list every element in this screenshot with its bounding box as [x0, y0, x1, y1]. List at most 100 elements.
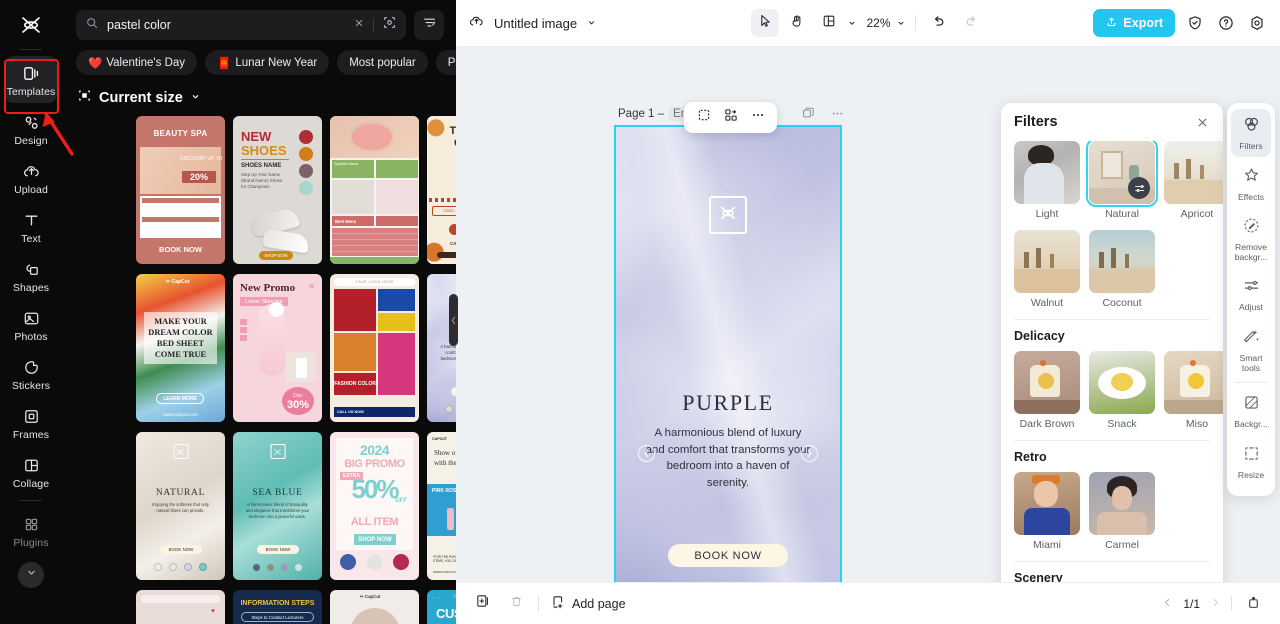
template-card-big-promo-2024[interactable]: 2024 BIG PROMO EXTRA 50% OFF ALL ITEM SH… [330, 432, 419, 580]
template-card-new-shoes[interactable]: NEW SHOES SHOES NAME Step Up Your Game (… [233, 116, 322, 264]
shield-check-icon[interactable] [1184, 12, 1206, 34]
redo-button[interactable] [957, 9, 985, 37]
canvas-headline[interactable]: PURPLE [616, 390, 840, 416]
bottom-bar: Add page 1/1 [456, 582, 1280, 624]
search-box[interactable] [76, 10, 406, 40]
sidebar-item-photos[interactable]: Photos [5, 301, 57, 348]
search-input[interactable] [107, 18, 345, 32]
sidebar-item-design[interactable]: Design [5, 105, 57, 152]
chip-lunar-new-year[interactable]: 🧧 Lunar New Year [205, 50, 330, 75]
sidebar-item-upload[interactable]: Upload [5, 154, 57, 201]
canvas-prev-arrow-icon[interactable] [638, 445, 655, 462]
filter-label: Natural [1105, 208, 1139, 220]
sidebar-item-label: Templates [6, 86, 56, 98]
toolrail-item-resize[interactable]: Resize [1231, 438, 1271, 486]
filter-button[interactable] [414, 10, 444, 40]
template-card-special-menu[interactable]: Special Menu Best Menu [330, 116, 419, 264]
help-circle-icon[interactable] [1215, 12, 1237, 34]
sidebar-item-frames[interactable]: Frames [5, 399, 57, 446]
undo-button[interactable] [925, 9, 953, 37]
template-card-fashion-color[interactable]: YOUR LOGO HERE FASHION COLOR CALL US NOW [330, 274, 419, 422]
toolrail-label: Backgr... [1234, 419, 1268, 430]
delete-page-button[interactable] [505, 593, 527, 615]
panel-collapse-handle[interactable] [449, 294, 458, 346]
canvas-cta-button[interactable]: BOOK NOW [668, 544, 788, 567]
sidebar-expand-button[interactable] [18, 562, 44, 588]
filter-item-miami[interactable]: Miami [1014, 472, 1080, 557]
document-title-group[interactable]: Untitled image [468, 13, 597, 33]
add-page-button[interactable]: Add page [550, 594, 626, 613]
template-card-information-steps[interactable]: INFORMATION STEPS Steps to Contact Lectu… [233, 590, 322, 624]
adjust-icon[interactable] [1128, 177, 1150, 199]
sidebar-item-collage[interactable]: Collage [5, 448, 57, 495]
chevron-left-icon[interactable] [1162, 596, 1173, 611]
duplicate-page-button[interactable] [472, 593, 494, 615]
template-card-portrait-frame[interactable]: ✂ CapCut [330, 590, 419, 624]
template-card-latest-colors[interactable]: CAPCUT NEW PRODUCT ⊞ Show off your beaut… [427, 432, 456, 580]
sidebar-item-plugins[interactable]: Plugins [5, 507, 57, 554]
chevron-down-icon[interactable] [586, 16, 597, 31]
filters-panel-header: Filters [1001, 103, 1223, 141]
image-search-icon[interactable] [382, 15, 397, 35]
template-title: Show off your beauty with the latest col… [434, 449, 456, 467]
template-card-sea-blue[interactable]: SEA BLUE a harmonious blend of tranquili… [233, 432, 322, 580]
layout-caret-icon[interactable] [847, 18, 857, 28]
filter-item-snack[interactable]: Snack [1089, 351, 1155, 436]
more-options-icon [830, 106, 845, 126]
panel-title: Filters [1014, 114, 1058, 130]
design-canvas[interactable]: PURPLE A harmonious blend of luxury and … [614, 125, 842, 582]
chip-product[interactable]: Product [435, 50, 456, 75]
canvas-logo-badge[interactable] [709, 196, 747, 234]
filter-item-dark-brown[interactable]: Dark Brown [1014, 351, 1080, 436]
template-card-natural-silk[interactable]: NATURAL Enjoying the softness that only … [136, 432, 225, 580]
filters-panel-body[interactable]: Light Natural Apricot Walnut Coconut Del… [1001, 141, 1223, 582]
toolrail-item-remove-background[interactable]: Remove backgr... [1231, 210, 1271, 267]
expand-panel-button[interactable] [1242, 593, 1264, 615]
zoom-caret-icon[interactable] [896, 18, 906, 28]
chip-label: Product [447, 56, 456, 69]
sidebar-item-shapes[interactable]: Shapes [5, 252, 57, 299]
toolrail-item-adjust[interactable]: Adjust [1231, 270, 1271, 318]
layout-tool-button[interactable] [815, 9, 843, 37]
filter-item-walnut[interactable]: Walnut [1014, 230, 1080, 315]
filter-item-coconut[interactable]: Coconut [1089, 230, 1155, 315]
filter-item-light[interactable]: Light [1014, 141, 1080, 226]
export-button[interactable]: Export [1093, 9, 1175, 37]
template-cta: BOOK NOW [160, 545, 202, 554]
template-card-customer-reviews[interactable]: ← → CAPCUT SHOP CUSTOMER REVIEWS: [427, 590, 456, 624]
filter-item-apricot[interactable]: Apricot [1164, 141, 1223, 226]
template-card-new-promo-lotion[interactable]: New Promo Lotion Skincare ✕ Disc 30% [233, 274, 322, 422]
sidebar-item-text[interactable]: Text [5, 203, 57, 250]
toolrail-item-effects[interactable]: Effects [1231, 160, 1271, 208]
replace-image-button[interactable] [718, 105, 743, 130]
filter-item-miso[interactable]: Miso [1164, 351, 1223, 436]
sidebar-item-stickers[interactable]: Stickers [5, 350, 57, 397]
toolrail-item-smart-tools[interactable]: Smart tools [1231, 321, 1271, 378]
filter-item-carmel[interactable]: Carmel [1089, 472, 1155, 557]
close-icon[interactable] [1195, 115, 1210, 130]
current-size-filter[interactable]: Current size [62, 78, 456, 116]
sidebar-item-templates[interactable]: Templates [5, 56, 57, 103]
template-card-dream-color-bed[interactable]: ✂ CapCut MAKE YOUR DREAM COLOR BED SHEET… [136, 274, 225, 422]
toolrail-item-filters[interactable]: Filters [1231, 109, 1271, 157]
close-icon[interactable] [353, 16, 365, 34]
filter-item-natural[interactable]: Natural [1086, 141, 1158, 226]
more-options-button[interactable] [745, 105, 770, 130]
chip-most-popular[interactable]: Most popular [337, 50, 428, 75]
chevron-right-icon[interactable] [1210, 596, 1221, 611]
template-card-beauty-spa[interactable]: BEAUTY SPA DISCOUNT UP TO 20% BOOK NOW [136, 116, 225, 264]
crop-button[interactable] [691, 105, 716, 130]
template-sub: SHOES NAME [241, 163, 282, 169]
page-label: Page 1 – Ent [618, 107, 695, 121]
toolrail-item-background[interactable]: Backgr... [1231, 387, 1271, 435]
select-tool-button[interactable] [751, 9, 780, 37]
template-card-website-mockup[interactable]: ♥ [136, 590, 225, 624]
hand-tool-button[interactable] [783, 9, 811, 37]
settings-icon[interactable] [1246, 12, 1268, 34]
toolrail-label: Effects [1237, 191, 1265, 202]
canvas-body-text[interactable]: A harmonious blend of luxury and comfort… [644, 425, 812, 491]
canvas-next-arrow-icon[interactable] [801, 445, 818, 462]
chip-valentines-day[interactable]: ❤️ Valentine's Day [76, 50, 198, 75]
search-row [62, 0, 456, 48]
template-card-thanksgiving[interactable]: THANKS GIVING FESTIVAL FOOD · LIVE MUSIC… [427, 116, 456, 264]
